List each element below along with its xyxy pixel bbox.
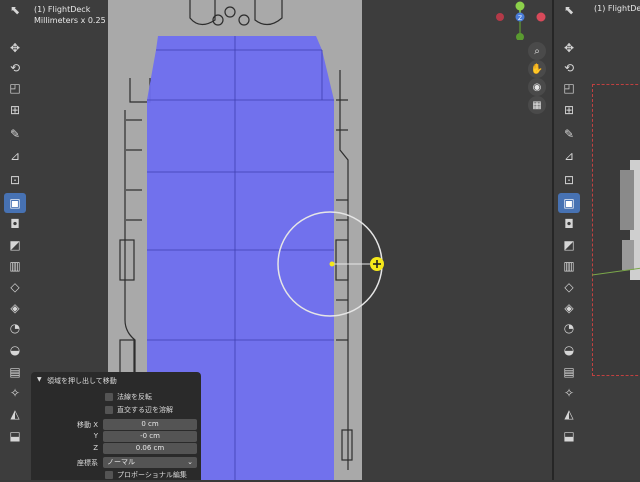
orientation-label: 座標系	[77, 459, 98, 467]
right-scale-tool-icon[interactable]: ◰	[558, 78, 580, 98]
right-shear-tool-icon[interactable]: ◭	[558, 404, 580, 424]
spin-tool-icon[interactable]: ◔	[4, 318, 26, 338]
move-z-row: Z 0.06 cm	[31, 443, 201, 455]
right-rip-region-tool-icon[interactable]: ⬓	[558, 426, 580, 446]
x-axis-icon	[536, 12, 546, 22]
flip-normals-option[interactable]: 法線を反転	[31, 392, 201, 404]
select-tool-icon[interactable]: ⬉	[4, 0, 26, 20]
hand-icon[interactable]: ✋	[528, 60, 546, 78]
model-preview	[592, 160, 640, 280]
move-x-field[interactable]: 0 cm	[103, 419, 197, 430]
flip-normals-label: 法線を反転	[117, 393, 152, 401]
shrink-fatten-tool-icon[interactable]: ✧	[4, 383, 26, 403]
navigation-gizmo[interactable]: Z ⌕ ✋ ◉ ▦	[478, 0, 548, 120]
add-cube-tool-icon[interactable]: ⊡	[4, 170, 26, 190]
annotate-tool-icon[interactable]: ✎	[4, 124, 26, 144]
panel-title: 領域を押し出して移動	[47, 377, 117, 385]
dissolve-orthogonal-checkbox[interactable]	[105, 406, 113, 414]
svg-text:Z: Z	[518, 15, 522, 22]
extrude-region-tool-icon[interactable]: ▣	[4, 193, 26, 213]
right-bevel-tool-icon[interactable]: ◩	[558, 235, 580, 255]
neg-x-axis-icon	[496, 13, 504, 21]
orientation-value: ノーマル	[107, 458, 135, 466]
right-select-tool-icon[interactable]: ⬉	[558, 0, 580, 20]
dissolve-orthogonal-option[interactable]: 直交する辺を溶解	[31, 405, 201, 417]
move-x-label: 移動 X	[76, 421, 98, 429]
secondary-object-name: (1) FlightDeck	[594, 4, 640, 13]
scale-tool-icon[interactable]: ◰	[4, 78, 26, 98]
measure-tool-icon[interactable]: ⊿	[4, 146, 26, 166]
right-extrude-region-tool-icon[interactable]: ▣	[558, 193, 580, 213]
edge-slide-tool-icon[interactable]: ▤	[4, 362, 26, 382]
right-inset-faces-tool-icon[interactable]: ◘	[558, 214, 580, 234]
right-loop-cut-tool-icon[interactable]: ▥	[558, 256, 580, 276]
grid-icon[interactable]: ▦	[528, 96, 546, 114]
rip-region-tool-icon[interactable]: ⬓	[4, 426, 26, 446]
right-shrink-fatten-tool-icon[interactable]: ✧	[558, 383, 580, 403]
loop-cut-tool-icon[interactable]: ▥	[4, 256, 26, 276]
neg-y-axis-icon	[516, 33, 524, 40]
flip-normals-checkbox[interactable]	[105, 393, 113, 401]
move-y-label: Y	[93, 432, 98, 440]
bevel-tool-icon[interactable]: ◩	[4, 235, 26, 255]
move-y-field[interactable]: -0 cm	[103, 431, 197, 442]
right-poly-build-tool-icon[interactable]: ◈	[558, 298, 580, 318]
orientation-row: 座標系 ノーマル ⌄	[31, 457, 201, 469]
right-annotate-tool-icon[interactable]: ✎	[558, 124, 580, 144]
move-z-field[interactable]: 0.06 cm	[103, 443, 197, 454]
right-add-cube-tool-icon[interactable]: ⊡	[558, 170, 580, 190]
shear-tool-icon[interactable]: ◭	[4, 404, 26, 424]
camera-icon[interactable]: ◉	[528, 78, 546, 96]
right-knife-tool-icon[interactable]: ◇	[558, 277, 580, 297]
knife-tool-icon[interactable]: ◇	[4, 277, 26, 297]
right-measure-tool-icon[interactable]: ⊿	[558, 146, 580, 166]
right-rotate-tool-icon[interactable]: ⟲	[558, 58, 580, 78]
inset-faces-tool-icon[interactable]: ◘	[4, 214, 26, 234]
zoom-icon[interactable]: ⌕	[528, 42, 546, 60]
right-spin-tool-icon[interactable]: ◔	[558, 318, 580, 338]
right-smooth-tool-icon[interactable]: ◒	[558, 340, 580, 360]
move-z-label: Z	[93, 444, 98, 452]
right-edge-slide-tool-icon[interactable]: ▤	[558, 362, 580, 382]
unit-scale: Millimeters x 0.25	[34, 16, 106, 25]
right-transform-tool-icon[interactable]: ⊞	[558, 100, 580, 120]
y-axis-icon	[515, 1, 525, 11]
panel-header[interactable]: ▼ 領域を押し出して移動	[31, 376, 201, 388]
tool-shelf: ⬉ ✥ ⟲ ◰ ⊞ ✎ ⊿ ⊡ ▣ ◘ ◩ ▥ ◇ ◈ ◔ ◒ ▤ ✧ ◭ ⬓	[0, 0, 30, 480]
last-operator-panel[interactable]: ▼ 領域を押し出して移動 法線を反転 直交する辺を溶解 移動 X 0 cm Y …	[31, 372, 201, 480]
proportional-edit-label: プロポーショナル編集	[117, 471, 187, 479]
chevron-down-icon: ⌄	[187, 458, 193, 466]
move-tool-icon[interactable]: ✥	[4, 38, 26, 58]
secondary-3d-viewport[interactable]: (1) FlightDeck ⬉ ✥ ⟲ ◰ ⊞ ✎ ⊿ ⊡ ▣ ◘ ◩ ▥ ◇…	[552, 0, 640, 480]
dissolve-orthogonal-label: 直交する辺を溶解	[117, 406, 173, 414]
right-move-tool-icon[interactable]: ✥	[558, 38, 580, 58]
object-name: (1) FlightDeck	[34, 5, 91, 14]
move-x-row: 移動 X 0 cm	[31, 419, 201, 431]
collapse-arrow-icon[interactable]: ▼	[37, 376, 42, 383]
axis-gizmo[interactable]: Z	[478, 0, 548, 40]
proportional-edit-option[interactable]: プロポーショナル編集	[31, 470, 201, 482]
move-y-row: Y -0 cm	[31, 431, 201, 443]
proportional-edit-checkbox[interactable]	[105, 471, 113, 479]
rotate-tool-icon[interactable]: ⟲	[4, 58, 26, 78]
orientation-dropdown[interactable]: ノーマル ⌄	[103, 457, 197, 468]
viewport-info: (1) FlightDeck Millimeters x 0.25	[34, 4, 106, 26]
transform-tool-icon[interactable]: ⊞	[4, 100, 26, 120]
poly-build-tool-icon[interactable]: ◈	[4, 298, 26, 318]
smooth-tool-icon[interactable]: ◒	[4, 340, 26, 360]
